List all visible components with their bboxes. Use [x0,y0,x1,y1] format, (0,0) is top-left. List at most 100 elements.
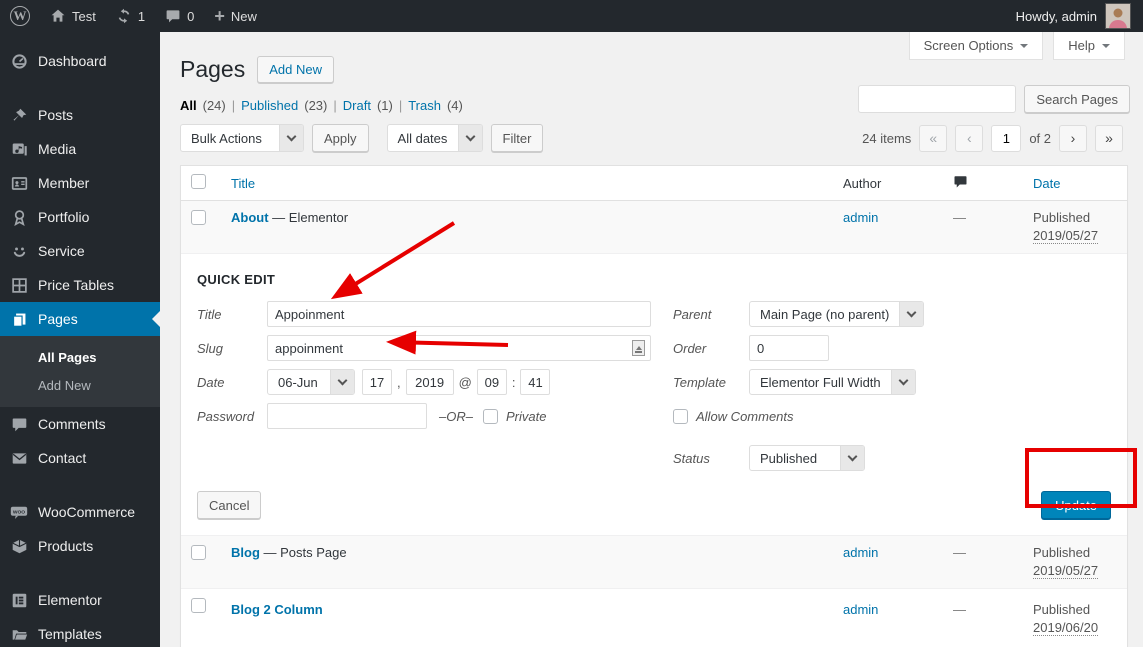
add-new-button[interactable]: Add New [257,56,334,83]
minute-input[interactable] [520,369,551,395]
view-draft-link[interactable]: Draft [343,98,371,113]
template-select[interactable]: Elementor Full Width [749,369,916,395]
media-icon [10,141,28,158]
author-column-header: Author [843,175,882,191]
next-page-button[interactable]: › [1059,124,1087,152]
submenu-item-add-new[interactable]: Add New [0,371,160,399]
sidebar-item-media[interactable]: Media [0,132,160,166]
page-title: Pages [180,56,246,82]
view-all-link[interactable]: All [180,98,197,113]
sidebar-item-price-tables[interactable]: Price Tables [0,268,160,302]
bulk-actions-select[interactable]: Bulk Actions [180,124,304,152]
view-separator: | [398,98,403,113]
sidebar-item-member[interactable]: Member [0,166,160,200]
author-link[interactable]: admin [843,602,878,617]
screen-options-tab[interactable]: Screen Options [908,32,1044,60]
bulk-actions-value: Bulk Actions [191,130,262,146]
page-title-link[interactable]: Blog [231,545,260,560]
award-icon [10,209,28,226]
password-input[interactable] [267,403,427,429]
hour-input[interactable] [476,369,507,395]
month-select[interactable]: 06-Jun [267,369,355,395]
autofill-icon[interactable] [632,340,645,356]
total-pages-label: of 2 [1029,130,1051,146]
row-checkbox[interactable] [191,598,206,613]
sidebar-item-products[interactable]: Products [0,529,160,563]
sidebar-item-label: Templates [38,626,102,642]
title-column-header[interactable]: Title [231,176,255,191]
pagination: 24 items « ‹ of 2 › » [862,124,1123,152]
search-pages-button[interactable]: Search Pages [1024,85,1130,113]
row-checkbox[interactable] [191,545,206,560]
view-trash-link[interactable]: Trash [408,98,441,113]
date-field-label: Date [197,374,225,390]
updates-menu[interactable]: 1 [106,0,155,32]
author-link[interactable]: admin [843,545,878,560]
sidebar-item-label: Portfolio [38,209,90,225]
chevron-down-icon [465,131,475,142]
day-input[interactable] [362,369,392,395]
row-checkbox[interactable] [191,210,206,225]
order-input[interactable] [749,335,829,361]
date-column-header[interactable]: Date [1033,176,1060,191]
new-content-menu[interactable]: + New [204,0,267,32]
sidebar-item-dashboard[interactable]: Dashboard [0,44,160,78]
page-title-link[interactable]: Blog 2 Column [231,602,323,617]
status-select[interactable]: Published [749,445,865,471]
sidebar-item-comments[interactable]: Comments [0,407,160,441]
parent-field-label: Parent [673,306,712,322]
sidebar-item-templates[interactable]: Templates [0,617,160,647]
product-box-icon [10,538,28,555]
woocommerce-icon: WOO [10,504,28,521]
sidebar-item-label: Contact [38,450,87,466]
submenu-label: Add New [38,377,91,393]
year-input[interactable] [405,369,454,395]
sidebar-item-contact[interactable]: Contact [0,441,160,475]
help-tab[interactable]: Help [1053,32,1125,60]
private-checkbox[interactable] [482,408,498,424]
submenu-item-all-pages[interactable]: All Pages [0,343,160,371]
apply-button[interactable]: Apply [312,124,369,152]
last-page-button[interactable]: » [1095,124,1123,152]
howdy-text[interactable]: Howdy, admin [1016,9,1097,24]
sidebar-item-service[interactable]: Service [0,234,160,268]
sidebar-item-label: Member [38,175,90,191]
select-arrow [279,125,303,151]
site-name-menu[interactable]: Test [40,0,106,32]
sidebar-item-pages[interactable]: Pages [0,302,160,336]
page-title-link[interactable]: About [231,210,269,225]
allow-comments-label: Allow Comments [696,408,794,424]
allow-comments-checkbox[interactable] [673,408,688,424]
sidebar-item-posts[interactable]: Posts [0,98,160,132]
search-box: Search Pages [858,85,1130,113]
view-published-link[interactable]: Published [241,98,298,113]
sidebar-item-woocommerce[interactable]: WOO WooCommerce [0,495,160,529]
wp-logo-menu[interactable]: W [0,0,40,32]
author-link[interactable]: admin [843,210,878,225]
select-arrow [330,370,354,394]
comments-menu[interactable]: 0 [155,0,204,32]
parent-select[interactable]: Main Page (no parent) [749,301,925,327]
all-dates-select[interactable]: All dates [386,124,483,152]
slug-input[interactable] [267,335,651,361]
view-published-count: (23) [304,98,328,113]
search-input[interactable] [858,85,1017,113]
sidebar-item-elementor[interactable]: Elementor [0,583,160,617]
comments-column-icon [953,174,968,189]
table-row: Blog 2 Column admin — Published 2019/06/… [181,589,1127,647]
month-value: 06-Jun [278,374,318,390]
sidebar-item-label: Dashboard [38,53,107,69]
comment-count-dash: — [953,545,966,560]
status-field-label: Status [673,450,710,466]
prev-page-button[interactable]: ‹ [955,124,984,152]
update-button[interactable]: Update [1041,491,1111,519]
select-all-checkbox[interactable] [191,174,206,189]
sidebar-item-portfolio[interactable]: Portfolio [0,200,160,234]
first-page-button[interactable]: « [919,124,948,152]
current-page-input[interactable] [991,124,1022,152]
sidebar-item-label: Posts [38,107,74,123]
avatar[interactable] [1105,3,1131,29]
filter-button[interactable]: Filter [490,124,544,152]
title-input[interactable] [267,301,651,327]
cancel-button[interactable]: Cancel [197,491,262,519]
